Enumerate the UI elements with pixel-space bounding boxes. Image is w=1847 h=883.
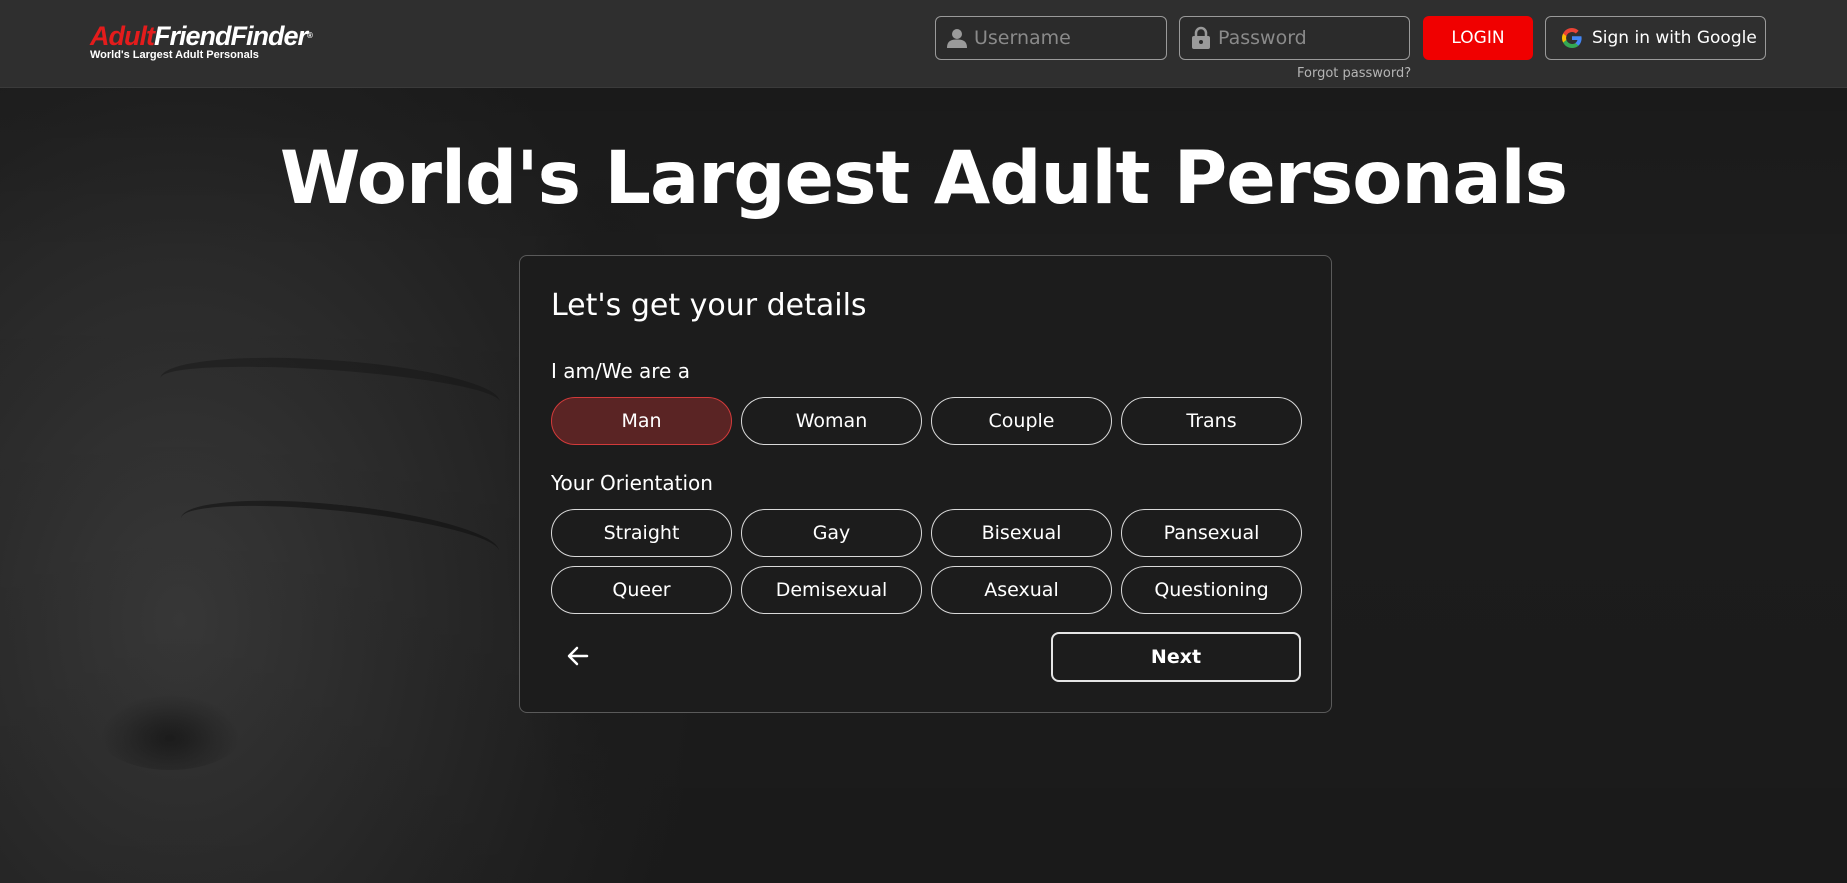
hero-title: World's Largest Adult Personals	[279, 136, 1568, 221]
logo-friendfinder-text: FriendFinder	[153, 21, 308, 51]
orientation-option-gay[interactable]: Gay	[741, 509, 922, 557]
top-header: AdultFriendFinder® World's Largest Adult…	[0, 0, 1847, 88]
logo-registered-mark: ®	[307, 31, 313, 40]
login-button[interactable]: LOGIN	[1423, 16, 1533, 60]
google-signin-button[interactable]: Sign in with Google	[1545, 16, 1766, 60]
identity-option-couple[interactable]: Couple	[931, 397, 1112, 445]
back-button[interactable]	[560, 640, 596, 676]
card-title: Let's get your details	[551, 288, 867, 323]
password-input[interactable]	[1218, 18, 1398, 58]
identity-option-woman[interactable]: Woman	[741, 397, 922, 445]
orientation-option-straight[interactable]: Straight	[551, 509, 732, 557]
lock-icon	[1184, 16, 1218, 60]
orientation-option-queer[interactable]: Queer	[551, 566, 732, 614]
next-button[interactable]: Next	[1051, 632, 1301, 682]
orientation-option-bisexual[interactable]: Bisexual	[931, 509, 1112, 557]
orientation-option-pansexual[interactable]: Pansexual	[1121, 509, 1302, 557]
user-icon	[940, 16, 974, 60]
logo-adult-text: Adult	[90, 21, 155, 51]
orientation-option-questioning[interactable]: Questioning	[1121, 566, 1302, 614]
forgot-password-link[interactable]: Forgot password?	[1297, 66, 1411, 81]
orientation-label: Your Orientation	[551, 471, 713, 495]
orientation-option-demisexual[interactable]: Demisexual	[741, 566, 922, 614]
arrow-left-icon	[566, 644, 590, 672]
orientation-option-asexual[interactable]: Asexual	[931, 566, 1112, 614]
google-signin-label: Sign in with Google	[1592, 28, 1757, 48]
identity-option-man[interactable]: Man	[551, 397, 732, 445]
password-field[interactable]	[1179, 16, 1410, 60]
details-card: Let's get your details I am/We are a Man…	[519, 255, 1332, 713]
identity-label: I am/We are a	[551, 359, 690, 383]
google-icon	[1560, 26, 1584, 50]
logo-wordmark: AdultFriendFinder®	[90, 22, 330, 50]
username-input[interactable]	[974, 18, 1154, 58]
identity-option-trans[interactable]: Trans	[1121, 397, 1302, 445]
site-logo[interactable]: AdultFriendFinder® World's Largest Adult…	[90, 22, 330, 66]
username-field[interactable]	[935, 16, 1167, 60]
